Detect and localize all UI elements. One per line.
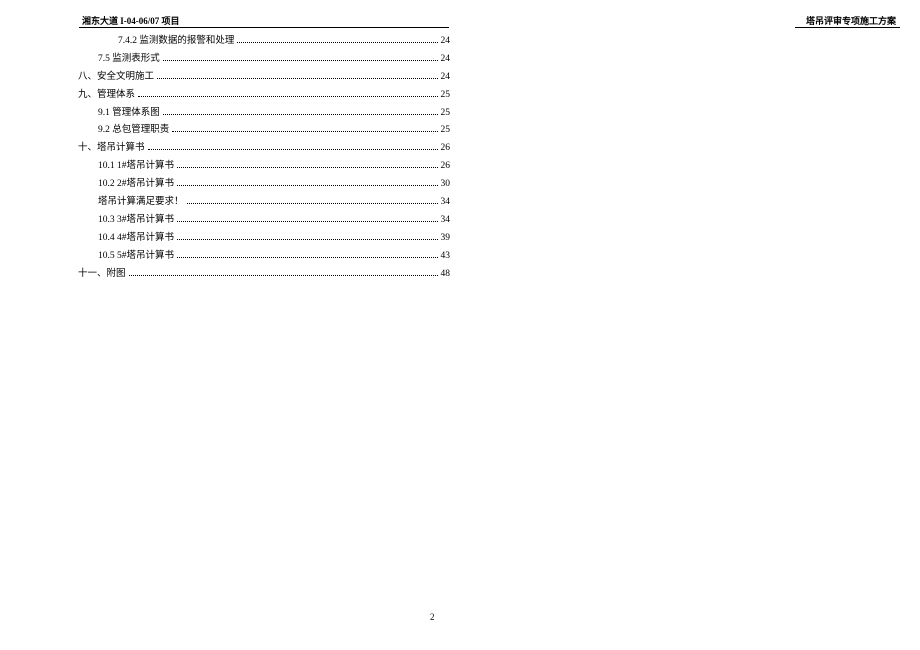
toc-dots — [177, 221, 437, 222]
toc-dots — [138, 96, 437, 97]
toc-dots — [177, 185, 437, 186]
page-number: 2 — [430, 612, 435, 622]
toc-page: 24 — [441, 54, 451, 65]
toc-row: 7.4.2 监测数据的报警和处理 24 — [78, 36, 450, 47]
toc-label: 9.1 管理体系图 — [98, 108, 160, 119]
toc-dots — [177, 257, 437, 258]
toc-row: 10.3 3#塔吊计算书 34 — [78, 215, 450, 226]
toc-dots — [129, 275, 438, 276]
toc-row: 塔吊计算满足要求！ 34 — [78, 197, 450, 208]
toc-dots — [177, 239, 437, 240]
toc-label: 10.5 5#塔吊计算书 — [98, 251, 174, 262]
toc-label: 十一、附图 — [78, 269, 126, 280]
toc-row: 10.5 5#塔吊计算书 43 — [78, 251, 450, 262]
toc-row: 八、安全文明施工 24 — [78, 72, 450, 83]
toc-row: 9.2 总包管理职责 25 — [78, 125, 450, 136]
toc-label: 10.3 3#塔吊计算书 — [98, 215, 174, 226]
table-of-contents: 7.4.2 监测数据的报警和处理 24 7.5 监测表形式 24 八、安全文明施工 24 九… — [78, 36, 450, 286]
toc-label: 7.4.2 监测数据的报警和处理 — [118, 36, 234, 47]
toc-page: 39 — [441, 233, 451, 244]
toc-row: 九、管理体系 25 — [78, 90, 450, 101]
toc-page: 24 — [441, 72, 451, 83]
toc-row: 10.1 1#塔吊计算书 26 — [78, 161, 450, 172]
toc-label: 九、管理体系 — [78, 90, 135, 101]
header-left: 湘东大道 I-04-06/07 项目 — [82, 14, 180, 27]
toc-row: 7.5 监测表形式 24 — [78, 54, 450, 65]
toc-page: 30 — [441, 179, 451, 190]
toc-page: 34 — [441, 197, 451, 208]
toc-label: 10.2 2#塔吊计算书 — [98, 179, 174, 190]
toc-label: 十、塔吊计算书 — [78, 143, 145, 154]
toc-label: 八、安全文明施工 — [78, 72, 154, 83]
toc-label: 9.2 总包管理职责 — [98, 125, 169, 136]
toc-dots — [172, 131, 437, 132]
toc-page: 24 — [441, 36, 451, 47]
toc-dots — [157, 78, 437, 79]
toc-page: 43 — [441, 251, 451, 262]
toc-dots — [177, 167, 437, 168]
toc-row: 十一、附图 48 — [78, 269, 450, 280]
toc-row: 9.1 管理体系图 25 — [78, 108, 450, 119]
toc-page: 25 — [441, 108, 451, 119]
toc-page: 26 — [441, 161, 451, 172]
toc-dots — [187, 203, 438, 204]
header-rule-right — [795, 27, 900, 28]
toc-row: 十、塔吊计算书 26 — [78, 143, 450, 154]
toc-page: 25 — [441, 125, 451, 136]
toc-dots — [237, 42, 437, 43]
toc-label: 10.4 4#塔吊计算书 — [98, 233, 174, 244]
toc-page: 34 — [441, 215, 451, 226]
header-right: 塔吊评审专项施工方案 — [806, 14, 896, 27]
toc-page: 25 — [441, 90, 451, 101]
toc-label: 7.5 监测表形式 — [98, 54, 160, 65]
toc-page: 48 — [441, 269, 451, 280]
toc-dots — [148, 149, 438, 150]
toc-label: 塔吊计算满足要求！ — [98, 197, 184, 208]
toc-row: 10.2 2#塔吊计算书 30 — [78, 179, 450, 190]
header-rule-left — [79, 27, 449, 28]
toc-dots — [163, 114, 438, 115]
toc-label: 10.1 1#塔吊计算书 — [98, 161, 174, 172]
toc-dots — [163, 60, 438, 61]
toc-row: 10.4 4#塔吊计算书 39 — [78, 233, 450, 244]
toc-page: 26 — [441, 143, 451, 154]
